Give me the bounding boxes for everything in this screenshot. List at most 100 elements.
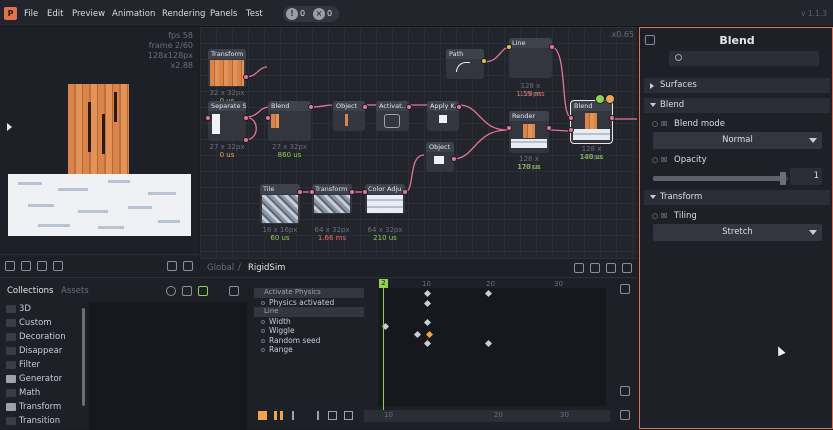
pause-icon[interactable]: [274, 411, 283, 420]
opacity-slider-handle[interactable]: [779, 172, 786, 185]
last-frame-icon[interactable]: [310, 411, 319, 420]
collection-item-transform[interactable]: Transform: [0, 400, 84, 414]
node-object-1[interactable]: Object: [333, 101, 368, 131]
timeline-row-random-seed[interactable]: Random seed: [254, 336, 364, 346]
add-folder-icon[interactable]: [198, 286, 208, 296]
timeline-group-activate-physics[interactable]: Activate Physics: [254, 288, 364, 298]
chevron-right-icon: [650, 83, 654, 89]
ease-icon[interactable]: [620, 386, 630, 396]
blend-mode-select[interactable]: Normal: [653, 132, 822, 149]
collection-item-generator[interactable]: Generator: [0, 372, 84, 386]
collection-item-math[interactable]: Math: [0, 386, 84, 400]
node-render[interactable]: Render 128 x 128px 170 us: [506, 111, 552, 171]
collection-item-decoration[interactable]: Decoration: [0, 330, 84, 344]
keyframe-toggle-icon[interactable]: [261, 300, 265, 305]
notification-pill[interactable]: ! 0 × 0: [283, 6, 339, 22]
menu-file[interactable]: File: [24, 9, 38, 19]
keyframe-toggle-icon[interactable]: ○: [652, 156, 658, 164]
keyframe-toggle-icon[interactable]: ○: [652, 212, 658, 220]
grid-view-icon[interactable]: [229, 286, 239, 296]
menu-test[interactable]: Test: [246, 9, 263, 19]
opacity-slider[interactable]: [653, 172, 788, 185]
timeline-ruler[interactable]: 10 20 30: [378, 280, 606, 288]
first-frame-icon[interactable]: [292, 411, 301, 420]
timeline-row-range[interactable]: Range: [254, 345, 364, 355]
loop-icon[interactable]: [620, 410, 630, 420]
node-apply[interactable]: Apply K...: [427, 101, 462, 131]
folder-icon: [6, 361, 16, 369]
tab-assets[interactable]: Assets: [61, 286, 89, 296]
section-blend[interactable]: Blend: [644, 98, 830, 113]
collection-item-filter[interactable]: Filter: [0, 358, 84, 372]
node-color-adjust[interactable]: Color Adju... 64 x 32px 210 us: [362, 184, 408, 242]
collection-scrollbar[interactable]: [82, 308, 85, 406]
link-icon[interactable]: [620, 284, 630, 294]
keyframe-toggle-icon[interactable]: [261, 329, 265, 333]
node-object-2[interactable]: Object: [426, 142, 457, 172]
node-line[interactable]: Line 128 x 128px 1.59 ms: [506, 38, 555, 98]
node-blend-left[interactable]: Blend 27 x 32px 860 us: [265, 101, 314, 159]
preview-panel[interactable]: fps 58 frame 2/60 128x128px x2.88: [0, 27, 199, 254]
inspector-search-input[interactable]: [669, 51, 819, 66]
timeline-row-physics-activated[interactable]: Physics activated: [254, 298, 364, 308]
node-blend-selected[interactable]: Blend 128 x 128px 140 us: [568, 94, 615, 161]
grid-icon[interactable]: [21, 261, 31, 271]
global-toggle-icon[interactable]: ☒: [661, 156, 667, 164]
node-activate[interactable]: Activat...: [376, 101, 412, 131]
prev-key-icon[interactable]: [328, 411, 337, 420]
breadcrumb-current[interactable]: RigidSim: [248, 263, 285, 273]
node-transform-top[interactable]: Transform 32 x 32px 0 us: [208, 49, 249, 105]
graph-settings-icon[interactable]: [574, 263, 584, 273]
tiling-select[interactable]: Stretch: [653, 224, 822, 241]
preview-toggle-icon[interactable]: [595, 94, 605, 104]
node-separate[interactable]: Separate S 27 x 32px 0 us: [205, 101, 249, 159]
collection-item-disappear[interactable]: Disappear: [0, 344, 84, 358]
stop-icon[interactable]: [258, 411, 267, 420]
global-toggle-icon[interactable]: ☒: [661, 212, 667, 220]
breadcrumb-global[interactable]: Global: [207, 263, 234, 273]
keyframe-toggle-icon[interactable]: [261, 319, 265, 324]
timeline-playhead[interactable]: [383, 280, 384, 420]
node-tile[interactable]: Tile 16 x 16px 60 us: [260, 184, 303, 242]
dropdown-arrow-icon: [809, 230, 817, 235]
keyframe-toggle-icon[interactable]: [261, 348, 265, 352]
node-path[interactable]: Path: [446, 49, 487, 79]
collection-item-transition[interactable]: Transition: [0, 414, 84, 428]
next-key-icon[interactable]: [344, 411, 353, 420]
timeline-scrubber[interactable]: 10 20 30: [364, 410, 610, 422]
timeline-group-line[interactable]: Line: [254, 307, 364, 317]
preview-floor-image: [8, 174, 191, 236]
frame-icon[interactable]: [5, 261, 15, 271]
channel-icon[interactable]: [37, 261, 47, 271]
tile-icon[interactable]: [53, 261, 63, 271]
menu-animation[interactable]: Animation: [112, 9, 155, 19]
inspect-toggle-icon[interactable]: [605, 94, 615, 104]
menu-edit[interactable]: Edit: [47, 9, 63, 19]
timeline-row-wiggle[interactable]: Wiggle: [254, 326, 364, 336]
app-logo-icon[interactable]: P: [4, 7, 17, 20]
refresh-icon[interactable]: [166, 286, 176, 296]
keyframe-toggle-icon[interactable]: ○: [652, 120, 658, 128]
curve-icon[interactable]: [590, 263, 600, 273]
collection-item-custom[interactable]: Custom: [0, 316, 84, 330]
menu-rendering[interactable]: Rendering: [162, 9, 205, 19]
section-transform[interactable]: Transform: [644, 190, 830, 205]
grid-toggle-icon[interactable]: [606, 263, 616, 273]
folder-icon[interactable]: [182, 286, 192, 296]
opacity-input[interactable]: 1: [790, 168, 822, 185]
tab-collections[interactable]: Collections: [7, 286, 53, 296]
timeline-keyframe-area[interactable]: [378, 288, 606, 406]
center-view-icon[interactable]: [622, 263, 632, 273]
collection-item-3d[interactable]: 3D: [0, 302, 84, 316]
global-toggle-icon[interactable]: ☒: [661, 120, 667, 128]
menu-panels[interactable]: Panels: [210, 9, 237, 19]
node-transform-bottom[interactable]: Transform 64 x 32px 1.66 ms: [309, 184, 355, 242]
collection-content-grid[interactable]: [89, 302, 247, 430]
timeline-row-width[interactable]: Width: [254, 317, 364, 327]
fullscreen-icon[interactable]: [183, 261, 193, 271]
keyframe-toggle-icon[interactable]: [261, 338, 265, 343]
menu-preview[interactable]: Preview: [72, 9, 105, 19]
section-surfaces[interactable]: Surfaces: [644, 78, 830, 93]
node-graph[interactable]: x0.65 Transform 32 x 32px 0 us Separate …: [200, 27, 637, 258]
export-icon[interactable]: [167, 261, 177, 271]
